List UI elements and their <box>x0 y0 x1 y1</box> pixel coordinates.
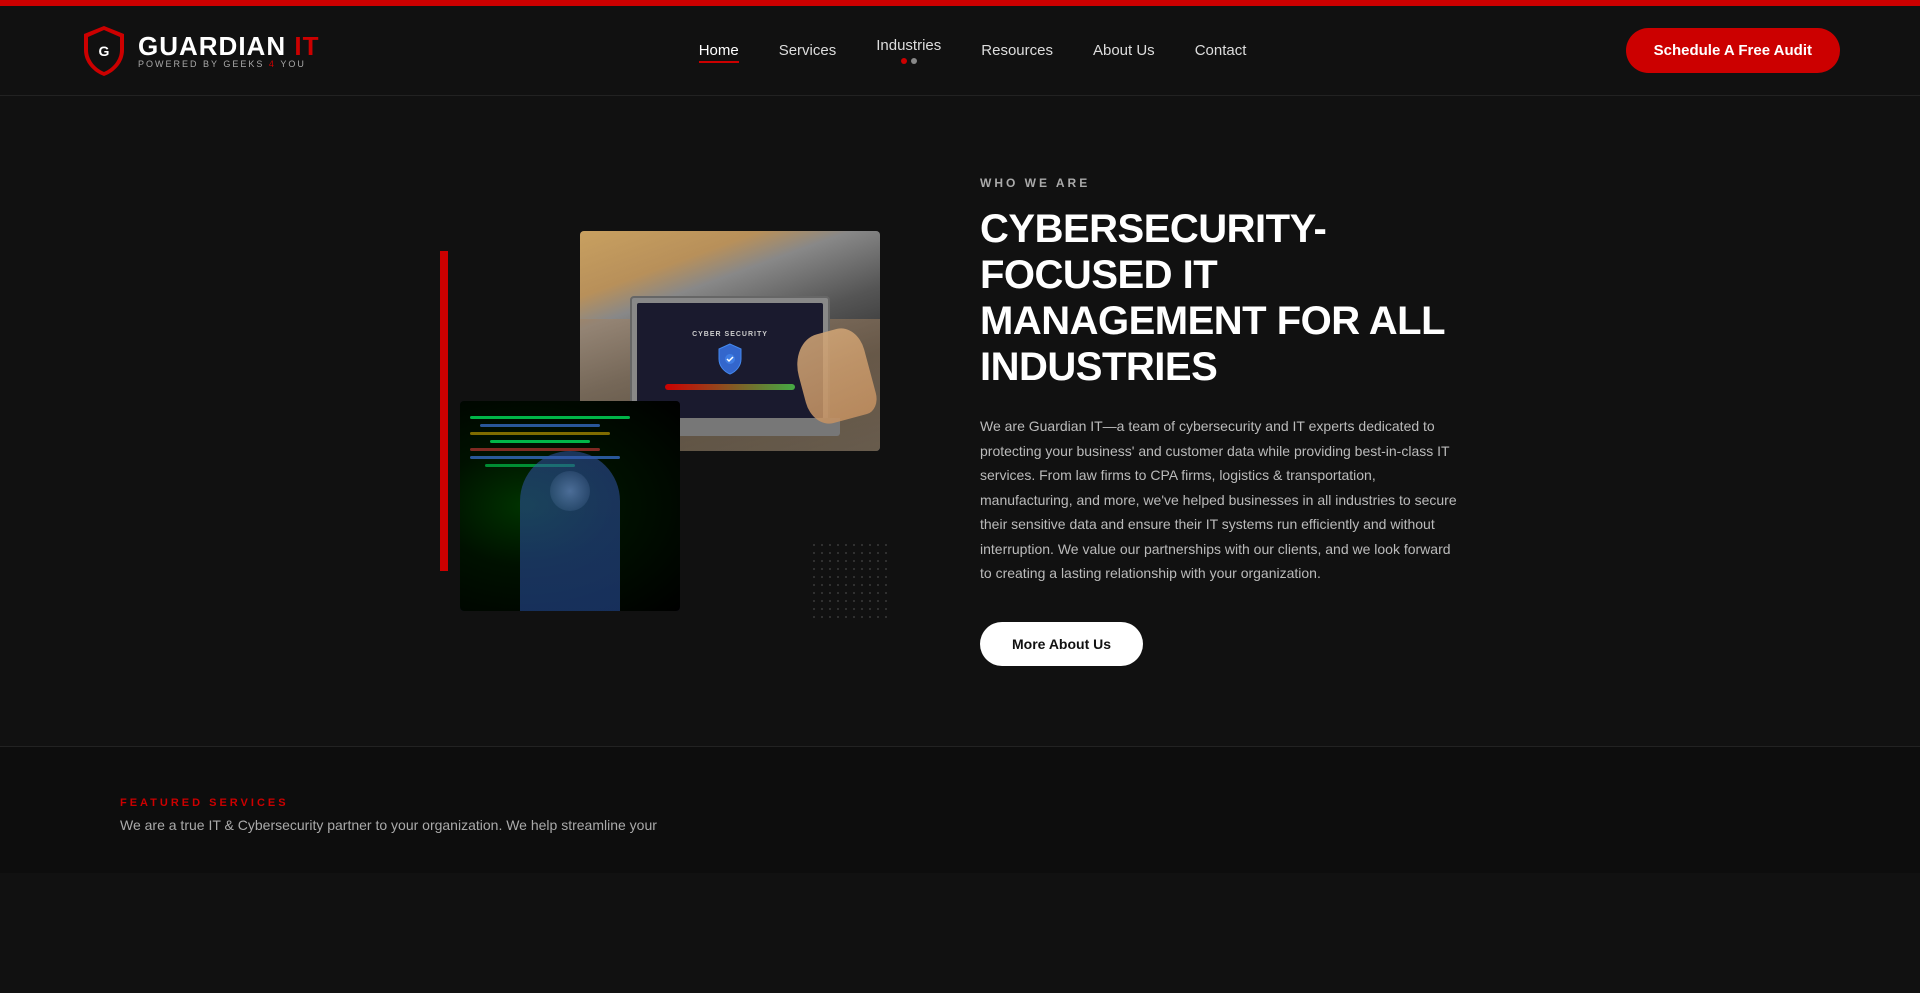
nav-dropdown-indicator <box>901 58 917 64</box>
programmer-image <box>460 401 680 611</box>
logo-text: GUARDIAN IT Powered By Geeks 4 You <box>138 33 319 69</box>
nav-item-industries[interactable]: Industries <box>876 37 941 64</box>
nav-link-industries[interactable]: Industries <box>876 37 941 54</box>
nav-item-home[interactable]: Home <box>699 42 739 59</box>
nav-item-about[interactable]: About Us <box>1093 42 1155 60</box>
featured-services-label: FEATURED SERVICES <box>120 797 1800 809</box>
who-we-are-label: WHO WE ARE <box>980 176 1460 190</box>
section-title: Cybersecurity-Focused IT Management for … <box>980 206 1460 390</box>
schedule-audit-button[interactable]: Schedule A Free Audit <box>1626 28 1840 73</box>
nav-link-home[interactable]: Home <box>699 42 739 59</box>
nav-link-resources[interactable]: Resources <box>981 42 1053 59</box>
shield-icon: G <box>80 24 128 78</box>
nav-link-about[interactable]: About Us <box>1093 42 1155 59</box>
featured-services-description: We are a true IT & Cybersecurity partner… <box>120 817 720 833</box>
dot-grid-decoration <box>810 541 890 621</box>
dot-2 <box>911 58 917 64</box>
nav-item-contact[interactable]: Contact <box>1195 42 1247 60</box>
featured-services-section: FEATURED SERVICES We are a true IT & Cyb… <box>0 746 1920 873</box>
logo-tagline: Powered By Geeks 4 You <box>138 59 319 69</box>
navbar: G GUARDIAN IT Powered By Geeks 4 You Hom… <box>0 6 1920 96</box>
about-description: We are Guardian IT—a team of cybersecuri… <box>980 414 1460 586</box>
about-section: CYBER SECURITY <box>0 96 1920 746</box>
nav-links: Home Services Industries Resources About… <box>699 37 1247 64</box>
red-accent-bar <box>440 251 448 571</box>
dot-1 <box>901 58 907 64</box>
more-about-us-button[interactable]: More About Us <box>980 622 1143 666</box>
nav-link-services[interactable]: Services <box>779 42 837 59</box>
logo[interactable]: G GUARDIAN IT Powered By Geeks 4 You <box>80 24 319 78</box>
nav-item-services[interactable]: Services <box>779 42 837 60</box>
image-collage: CYBER SECURITY <box>460 231 880 611</box>
nav-link-contact[interactable]: Contact <box>1195 42 1247 59</box>
logo-brand: GUARDIAN IT <box>138 33 319 59</box>
nav-item-resources[interactable]: Resources <box>981 42 1053 60</box>
svg-text:G: G <box>99 43 110 59</box>
about-text-section: WHO WE ARE Cybersecurity-Focused IT Mana… <box>980 176 1460 666</box>
